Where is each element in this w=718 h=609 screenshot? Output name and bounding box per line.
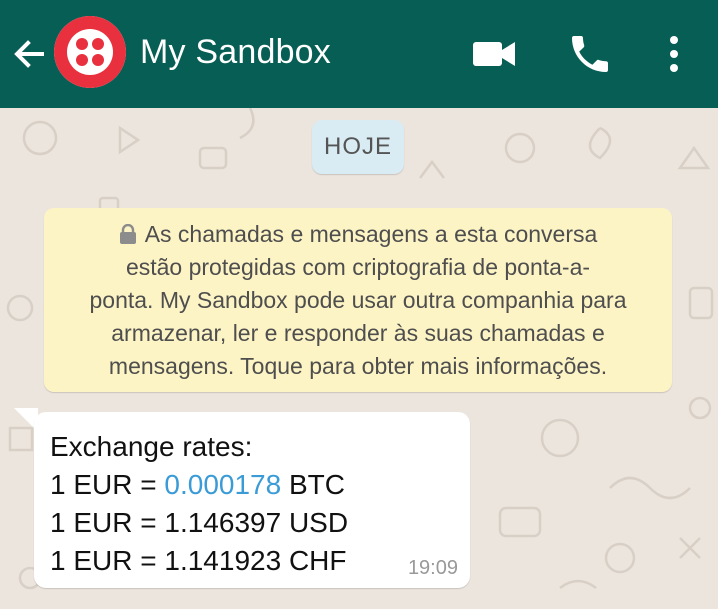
btc-prefix: 1 EUR = — [50, 469, 165, 500]
more-vert-icon[interactable] — [650, 30, 698, 78]
chat-area[interactable]: HOJE As chamadas e mensagens a esta conv… — [0, 108, 718, 609]
chat-title[interactable]: My Sandbox — [140, 30, 331, 74]
phone-icon[interactable] — [566, 30, 614, 78]
incoming-message-bubble[interactable]: Exchange rates: 1 EUR = 0.000178 BTC 1 E… — [34, 412, 470, 588]
notice-text: As chamadas e mensagens a esta conversa — [144, 221, 598, 247]
twilio-logo — [54, 16, 126, 88]
back-arrow-icon[interactable] — [10, 34, 50, 74]
message-timestamp: 19:09 — [407, 557, 458, 579]
notice-line-5: mensagens. Toque para obter mais informa… — [108, 353, 608, 379]
message-line: 1 EUR = 0.000178 BTC — [50, 466, 348, 504]
notice-line-4: armazenar, ler e responder às suas chama… — [111, 320, 605, 346]
message-line: 1 EUR = 1.141923 CHF — [50, 545, 347, 576]
date-chip: HOJE — [312, 120, 404, 174]
notice-line-2: estão protegidas com criptografia de pon… — [125, 254, 591, 280]
encryption-notice[interactable]: As chamadas e mensagens a esta conversa … — [44, 208, 672, 392]
notice-line-1: As chamadas e mensagens a esta conversa — [44, 218, 672, 251]
chat-header: My Sandbox — [0, 0, 718, 108]
btc-rate-link[interactable]: 0.000178 — [164, 469, 281, 500]
message-line: 1 EUR = 1.146397 USD — [50, 507, 349, 538]
video-camera-icon[interactable] — [470, 30, 518, 78]
avatar[interactable] — [54, 16, 126, 88]
btc-suffix: BTC — [281, 469, 345, 500]
message-line: Exchange rates: — [50, 431, 253, 462]
message-text: Exchange rates: 1 EUR = 0.000178 BTC 1 E… — [50, 428, 348, 580]
notice-line-3: ponta. My Sandbox pode usar outra compan… — [89, 287, 627, 313]
lock-icon — [119, 224, 136, 244]
